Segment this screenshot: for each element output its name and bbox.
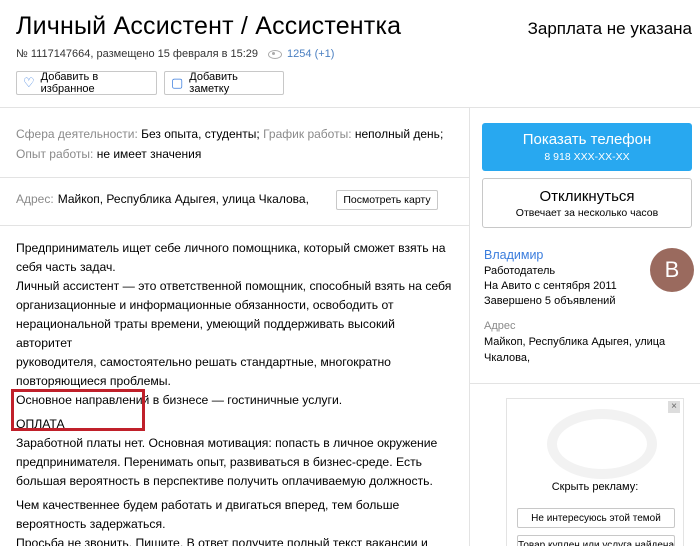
seller-since: На Авито с сентября 2011: [484, 280, 617, 292]
experience-value: не имеет значения: [96, 147, 202, 161]
seller-completed: Завершено 5 объявлений: [484, 295, 616, 307]
add-note-label: Добавить заметку: [189, 71, 238, 95]
header-divider: [0, 107, 700, 108]
show-map-button[interactable]: Посмотреть карту: [336, 190, 438, 210]
address-divider: [0, 225, 469, 226]
sphere-key: Сфера деятельности:: [16, 127, 138, 141]
column-divider: [469, 107, 470, 546]
payment-highlight: Заработной платы нет.: [16, 436, 146, 450]
seller-role: Работодатель: [484, 265, 556, 277]
sidebar-address-key: Адрес: [484, 320, 516, 332]
listing-id-date: № 1117147664, размещено 15 февраля в 15:…: [16, 48, 259, 60]
description-line: Личный ассистент — это ответственной пом…: [16, 279, 452, 293]
hide-ad-panel: × Скрыть рекламу: Не интересуюсь этой те…: [506, 398, 684, 546]
add-note-button[interactable]: ▢ Добавить заметку: [164, 71, 284, 95]
sidebar-divider: [469, 383, 700, 384]
response-time: Отвечает за несколько часов: [515, 207, 659, 219]
respond-label: Откликнуться: [539, 188, 635, 205]
ad-decoration: [547, 409, 657, 479]
avatar[interactable]: В: [650, 248, 694, 292]
description-line: большая вероятность в перспективе получи…: [16, 474, 433, 488]
highlight-annotation: [11, 389, 145, 431]
sidebar-address-line1: Майкоп, Республика Адыгея, улица: [484, 336, 666, 348]
description-line: нерациональной траты времени, умеющий по…: [16, 317, 395, 350]
not-interested-button[interactable]: Не интересуюсь этой темой: [517, 508, 675, 528]
experience-key: Опыт работы:: [16, 147, 94, 161]
show-phone-button[interactable]: Показать телефон 8 918 XXX-XX-XX: [482, 123, 692, 171]
page-title: Личный Ассистент / Ассистентка: [16, 12, 402, 40]
sphere-value: Без опыта, студенты: [141, 127, 257, 141]
attrs-divider: [0, 177, 469, 178]
seller-name[interactable]: Владимир: [484, 248, 617, 263]
description-line: предпринимателя. Перенимать опыт, развив…: [16, 455, 422, 469]
description-line: организационные и информационные обязанн…: [16, 298, 394, 312]
heart-icon: ♡: [23, 75, 35, 90]
eye-icon: [268, 49, 283, 59]
address-value: Майкоп, Республика Адыгея, улица Чкалова…: [57, 192, 309, 206]
respond-button[interactable]: Откликнуться Отвечает за несколько часов: [482, 178, 692, 228]
schedule-key: График работы:: [263, 127, 352, 141]
phone-number: 8 918 XXX-XX-XX: [544, 151, 630, 163]
sidebar-address: Адрес Майкоп, Республика Адыгея, улица Ч…: [484, 318, 684, 366]
hide-ad-title: Скрыть рекламу:: [551, 481, 639, 493]
description-line: вероятность задержаться.: [16, 517, 166, 531]
description-line: руководителя, самостоятельно решать стан…: [16, 355, 391, 369]
salary-label: Зарплата не указана: [527, 19, 692, 38]
address-key: Адрес:: [16, 192, 54, 206]
motivation-text: Основная мотивация: попасть в личное окр…: [145, 436, 438, 450]
description-line: Предприниматель ищет себе личного помощн…: [16, 241, 446, 255]
listing-meta: № 1117147664, размещено 15 февраля в 15:…: [16, 48, 334, 60]
description-line: Чем качественнее будем работать и двигат…: [16, 498, 400, 512]
views-count[interactable]: 1254 (+1): [287, 48, 334, 60]
add-to-favorites-button[interactable]: ♡ Добавить в избранное: [16, 71, 157, 95]
show-phone-label: Показать телефон: [522, 131, 652, 148]
seller-info: Владимир Работодатель На Авито с сентябр…: [484, 248, 617, 309]
description-line: себя часть задач.: [16, 260, 116, 274]
already-bought-button[interactable]: Товар куплен или услуга найдена: [517, 535, 675, 546]
sidebar-address-line2: Чкалова,: [484, 352, 531, 364]
description-line: Просьба не звонить. Пишите. В ответ полу…: [16, 536, 428, 546]
schedule-value: неполный день: [354, 127, 440, 141]
address-row: Адрес: Майкоп, Республика Адыгея, улица …: [16, 192, 309, 206]
add-to-favorites-label: Добавить в избранное: [40, 71, 99, 95]
close-icon[interactable]: ×: [668, 401, 680, 413]
job-attributes: Сфера деятельности: Без опыта, студенты;…: [16, 127, 444, 161]
note-icon: ▢: [171, 75, 184, 90]
